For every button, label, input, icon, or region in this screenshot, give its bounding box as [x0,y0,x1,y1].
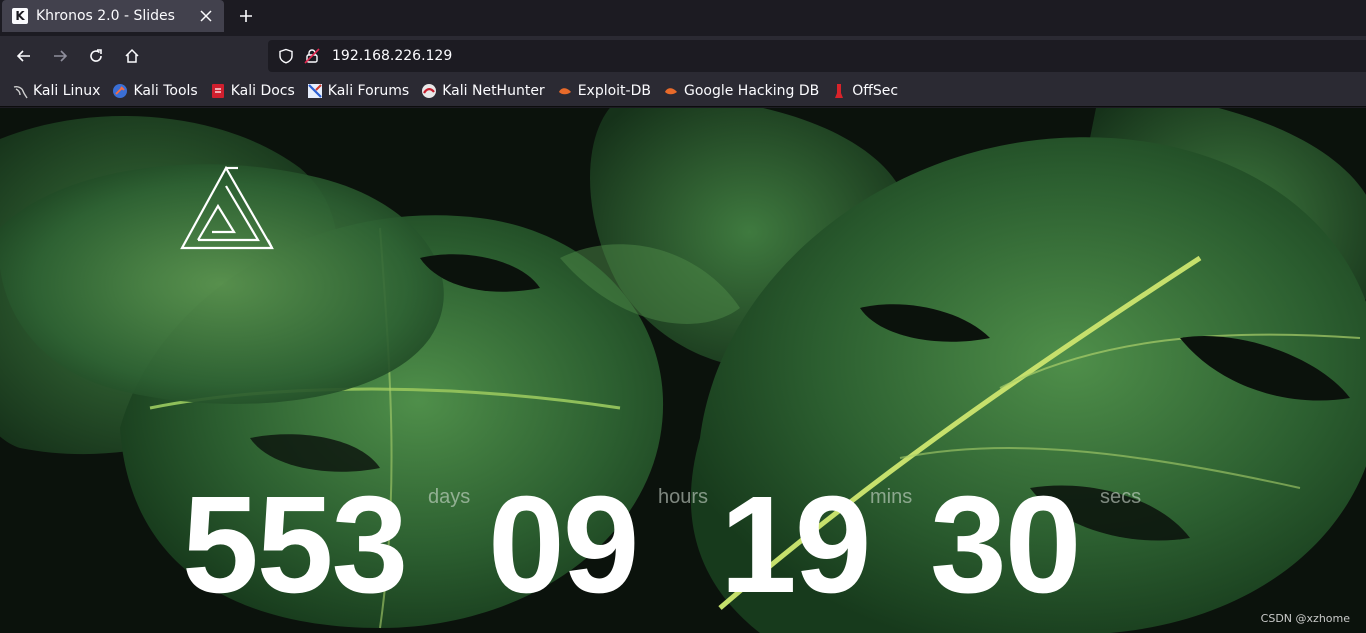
kali-tools-icon [113,84,128,98]
bookmark-kali-forums[interactable]: Kali Forums [307,79,409,103]
arrow-right-icon [54,50,68,62]
reload-button[interactable] [84,44,108,68]
bookmarks-toolbar: Kali Linux Kali Tools Kali Docs Kali For… [0,76,1366,107]
countdown-mins-unit: mins [870,486,913,508]
countdown-days-unit: days [428,486,471,508]
back-button[interactable] [12,44,36,68]
bookmark-exploit-db[interactable]: Exploit-DB [557,79,651,103]
bookmark-kali-linux[interactable]: Kali Linux [12,79,100,103]
navigation-toolbar: 192.168.226.129 [0,36,1366,76]
bookmark-kali-tools[interactable]: Kali Tools [112,79,198,103]
ghdb-icon [664,88,677,95]
bookmark-offsec[interactable]: OffSec [831,79,898,103]
bookmark-google-hacking-db[interactable]: Google Hacking DB [663,79,819,103]
site-favicon-icon: K [12,8,28,24]
penrose-triangle-logo [180,166,274,250]
bookmark-kali-docs[interactable]: Kali Docs [210,79,295,103]
kali-docs-icon [211,84,224,98]
close-icon[interactable] [196,6,216,26]
forward-button[interactable] [48,44,72,68]
countdown-days-value: 553 [182,468,408,622]
home-button[interactable] [120,44,144,68]
nethunter-icon [422,84,437,98]
countdown-secs-value: 30 [930,468,1081,622]
reload-icon [90,49,102,62]
kali-dragon-icon [13,86,28,99]
bookmark-kali-nethunter[interactable]: Kali NetHunter [421,79,545,103]
insecure-lock-icon[interactable] [304,48,320,64]
countdown-mins-value: 19 [720,468,871,622]
plus-icon [240,10,252,22]
tab-active[interactable]: K Khronos 2.0 - Slides [2,0,224,32]
url-bar[interactable]: 192.168.226.129 [268,40,1366,72]
tab-title: Khronos 2.0 - Slides [36,8,175,24]
page-viewport: 553 days 09 hours 19 mins 30 secs CSDN @… [0,108,1366,633]
watermark: CSDN @xzhome [1260,612,1350,625]
tab-bar: K Khronos 2.0 - Slides [0,0,1366,36]
home-icon [125,48,139,63]
countdown-hours-value: 09 [488,468,639,622]
exploit-db-icon [558,88,571,95]
countdown-secs-unit: secs [1100,486,1142,508]
tracking-shield-icon[interactable] [278,48,294,64]
url-text: 192.168.226.129 [332,48,453,64]
offsec-icon [835,84,844,98]
kali-forums-icon [307,84,322,98]
arrow-left-icon [16,50,30,62]
new-tab-button[interactable] [234,4,258,28]
countdown-hours-unit: hours [658,486,709,508]
